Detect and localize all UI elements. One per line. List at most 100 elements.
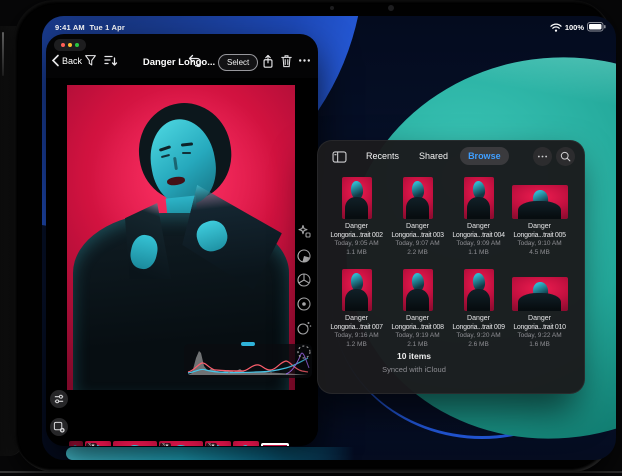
- sidebar-toggle-button[interactable]: [332, 150, 347, 168]
- file-name: Danger: [448, 222, 509, 231]
- filmstrip-thumb[interactable]: 3★: [85, 441, 111, 446]
- undo-button[interactable]: [188, 54, 202, 67]
- file-time: Today, 9:09 AM: [448, 240, 509, 249]
- file-name: Danger: [326, 222, 387, 231]
- file-size: 1.6 MB: [509, 341, 570, 350]
- filmstrip-thumb[interactable]: 3★: [205, 441, 231, 446]
- delete-button[interactable]: [280, 54, 293, 68]
- zoom-window-icon[interactable]: [75, 43, 79, 47]
- file-item[interactable]: DangerLongoria...trait 003Today, 9:07 AM…: [387, 173, 448, 257]
- filmstrip-thumb[interactable]: [233, 441, 259, 446]
- rating-badge: 3★: [86, 443, 97, 446]
- status-bar: 9:41 AM Tue 1 Apr 100%: [42, 20, 616, 34]
- background-device-glint: [2, 32, 4, 76]
- undo-icon: [188, 54, 202, 67]
- more-button[interactable]: [298, 54, 311, 67]
- sliders-icon: [53, 393, 65, 405]
- file-thumbnail: [342, 269, 372, 311]
- filmstrip-thumb[interactable]: [69, 441, 83, 446]
- tab-recents[interactable]: Recents: [358, 147, 407, 165]
- file-name: Danger: [509, 314, 570, 323]
- file-time: Today, 9:05 AM: [326, 240, 387, 249]
- editor-canvas: 3★3★3★ i: [46, 78, 318, 446]
- auto-enhance-tool-button[interactable]: [296, 224, 312, 240]
- file-size: 1.2 MB: [326, 341, 387, 350]
- file-time: Today, 9:10 AM: [509, 240, 570, 249]
- file-item[interactable]: DangerLongoria...trait 010Today, 9:22 AM…: [509, 265, 570, 349]
- clone-tool-button[interactable]: [296, 296, 312, 312]
- filmstrip: 3★3★3★: [69, 440, 289, 446]
- browser-more-button[interactable]: [533, 147, 552, 166]
- funnel-icon: [84, 54, 97, 67]
- share-icon: [261, 54, 275, 69]
- file-size: 1.1 MB: [326, 249, 387, 258]
- window-controls[interactable]: [54, 39, 86, 51]
- select-subject-tool-button[interactable]: [296, 344, 312, 360]
- search-icon: [560, 151, 571, 162]
- search-button[interactable]: [556, 147, 575, 166]
- file-time: Today, 9:22 AM: [509, 332, 570, 341]
- ellipsis-icon: [537, 151, 548, 162]
- copy-edits-icon: [53, 421, 65, 433]
- status-date: Tue 1 Apr: [89, 23, 125, 32]
- file-item[interactable]: DangerLongoria...trait 002Today, 9:05 AM…: [326, 173, 387, 257]
- trash-icon: [280, 54, 293, 68]
- file-size: 2.1 MB: [387, 341, 448, 350]
- file-size: 1.1 MB: [448, 249, 509, 258]
- file-item[interactable]: DangerLongoria...trait 008Today, 9:19 AM…: [387, 265, 448, 349]
- item-count: 10 items: [318, 351, 510, 361]
- wifi-icon: [550, 23, 562, 32]
- copy-edits-button[interactable]: [50, 418, 68, 436]
- file-time: Today, 9:07 AM: [387, 240, 448, 249]
- share-button[interactable]: [261, 54, 275, 69]
- filmstrip-thumb[interactable]: [113, 441, 157, 446]
- file-name: Danger: [326, 314, 387, 323]
- filmstrip-thumb[interactable]: 3★: [159, 441, 203, 446]
- status-time-date: 9:41 AM Tue 1 Apr: [55, 23, 125, 32]
- file-item[interactable]: DangerLongoria...trait 004Today, 9:09 AM…: [448, 173, 509, 257]
- close-window-icon[interactable]: [61, 43, 65, 47]
- adjust-presets-button[interactable]: [50, 390, 68, 408]
- filter-button[interactable]: [84, 54, 97, 67]
- wallpaper-cyan-bar: [66, 447, 354, 460]
- battery-percent: 100%: [565, 23, 584, 32]
- file-name: Danger: [448, 314, 509, 323]
- minimize-window-icon[interactable]: [68, 43, 72, 47]
- browser-header: Recents Shared Browse: [318, 141, 584, 171]
- file-item[interactable]: DangerLongoria...trait 009Today, 9:20 AM…: [448, 265, 509, 349]
- file-size: 4.5 MB: [509, 249, 570, 258]
- browser-tabs: Recents Shared Browse: [358, 147, 509, 165]
- front-camera-lens-icon: [388, 5, 394, 11]
- side-button-column: [50, 390, 68, 446]
- file-item[interactable]: DangerLongoria...trait 005Today, 9:10 AM…: [509, 173, 570, 257]
- rating-badge: 3★: [206, 443, 217, 446]
- file-thumbnail: [464, 177, 494, 219]
- status-time: 9:41 AM: [55, 23, 85, 32]
- filters-tool-button[interactable]: [296, 248, 312, 264]
- sort-button[interactable]: [104, 54, 118, 67]
- file-thumbnail: [512, 185, 568, 219]
- adjust-tool-button[interactable]: [296, 272, 312, 288]
- tab-shared[interactable]: Shared: [411, 147, 456, 165]
- retouch-tool-button[interactable]: [296, 320, 312, 336]
- ellipsis-icon: [298, 54, 311, 67]
- file-thumbnail: [342, 177, 372, 219]
- tool-column: [292, 224, 316, 360]
- sync-status: Synced with iCloud: [318, 365, 510, 374]
- back-button[interactable]: Back: [51, 54, 82, 67]
- ipad-device: 9:41 AM Tue 1 Apr 100%: [14, 0, 612, 472]
- tab-browse[interactable]: Browse: [460, 147, 509, 165]
- filmstrip-thumb-selected[interactable]: [261, 443, 289, 446]
- file-time: Today, 9:19 AM: [387, 332, 448, 341]
- file-browser-panel: Recents Shared Browse DangerLongoria...t…: [317, 140, 585, 394]
- file-thumbnail: [512, 277, 568, 311]
- file-time: Today, 9:16 AM: [326, 332, 387, 341]
- select-button[interactable]: Select: [218, 54, 258, 71]
- file-name: Danger: [509, 222, 570, 231]
- file-thumbnail: [403, 177, 433, 219]
- back-label: Back: [62, 56, 82, 66]
- file-size: 2.2 MB: [387, 249, 448, 258]
- file-grid: DangerLongoria...trait 002Today, 9:05 AM…: [326, 173, 570, 349]
- ipad-screen: 9:41 AM Tue 1 Apr 100%: [42, 16, 616, 460]
- file-item[interactable]: DangerLongoria...trait 007Today, 9:16 AM…: [326, 265, 387, 349]
